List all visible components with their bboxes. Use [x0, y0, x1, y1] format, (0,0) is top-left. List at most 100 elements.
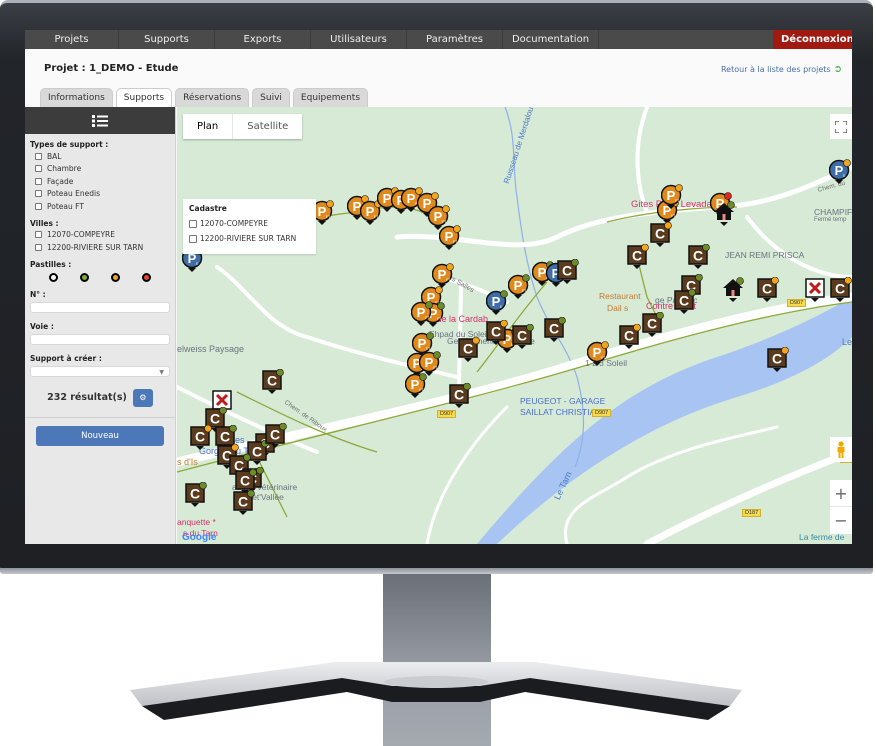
fullscreen-button[interactable]: [830, 114, 852, 139]
checkbox[interactable]: [35, 152, 42, 160]
support-type-chambre[interactable]: Chambre: [30, 163, 170, 176]
marker-c-icon: C: [557, 258, 579, 284]
map-marker-c[interactable]: C: [767, 346, 791, 377]
zoom-in-button[interactable]: +: [830, 480, 852, 507]
map-marker-c[interactable]: C: [757, 276, 781, 307]
pastille-green[interactable]: [80, 272, 89, 282]
nav-documentation[interactable]: Documentation: [503, 30, 599, 49]
map-marker-p-orange[interactable]: P FT: [404, 373, 429, 403]
svg-text:C: C: [190, 486, 200, 502]
map-place-label: JEAN REMI PRISCA: [725, 250, 805, 260]
marker-c-icon: C: [458, 336, 480, 362]
map-type-plan[interactable]: Plan: [183, 114, 234, 139]
pastille-white[interactable]: [49, 272, 58, 282]
svg-text:C: C: [240, 473, 250, 489]
map-marker-c[interactable]: C: [557, 258, 581, 289]
street-view-pegman[interactable]: [830, 437, 852, 462]
checkbox[interactable]: [189, 234, 197, 243]
map-marker-c[interactable]: C: [688, 243, 712, 274]
map-marker-c[interactable]: C: [185, 481, 209, 512]
map-marker-p-orange[interactable]: P FT: [660, 184, 685, 214]
pastille-orange[interactable]: [111, 272, 120, 282]
map-marker-c[interactable]: C: [262, 368, 286, 399]
map-marker-p-blue[interactable]: P E: [485, 290, 510, 320]
map-marker-c[interactable]: C: [190, 424, 214, 455]
nav-supports[interactable]: Supports: [119, 30, 215, 49]
sidebar-divider: [25, 416, 175, 418]
street-input[interactable]: [30, 333, 170, 345]
map-marker-c[interactable]: C: [512, 323, 536, 354]
svg-text:C: C: [624, 328, 634, 344]
checkbox[interactable]: [35, 190, 42, 198]
map-marker-c[interactable]: C: [619, 323, 643, 354]
nav-exports[interactable]: Exports: [215, 30, 311, 49]
city-compeyre[interactable]: 12070-COMPEYRE: [30, 229, 170, 242]
marker-c-icon: C: [767, 346, 789, 372]
map-type-satellite[interactable]: Satellite: [233, 114, 302, 139]
svg-text:C: C: [238, 494, 248, 510]
map-marker-house[interactable]: [714, 201, 738, 231]
map-marker-c[interactable]: C: [642, 311, 666, 342]
map-marker-p-orange[interactable]: P FT: [438, 225, 463, 255]
map-marker-c[interactable]: C: [458, 336, 482, 367]
map-marker-p-blue[interactable]: P E: [828, 159, 852, 189]
pastille-red[interactable]: [142, 272, 151, 282]
results-count: 232 résultat(s): [47, 392, 127, 403]
checkbox[interactable]: [35, 231, 42, 239]
settings-button[interactable]: ⚙: [132, 388, 153, 407]
map-marker-p-orange[interactable]: P FT: [507, 274, 532, 304]
marker-p-orange-icon: P FT: [438, 225, 461, 250]
support-type-bal[interactable]: BAL: [30, 150, 170, 163]
map-marker-c[interactable]: C: [544, 316, 568, 347]
map-marker-c[interactable]: C: [233, 489, 257, 520]
cadastre-compeyre[interactable]: 12070-COMPEYRE: [189, 216, 310, 231]
view-toggle: [25, 107, 852, 544]
marker-c-icon: C: [627, 243, 649, 269]
map-marker-x[interactable]: [805, 277, 829, 307]
checkbox[interactable]: [35, 177, 42, 185]
map-marker-c[interactable]: C: [627, 243, 651, 274]
svg-text:C: C: [632, 248, 642, 264]
map-marker-c[interactable]: C: [650, 221, 674, 252]
new-support-button[interactable]: Nouveau: [36, 425, 164, 446]
map-marker-p-orange[interactable]: P FT: [586, 341, 611, 371]
city-riviere-sur-tarn[interactable]: 12200-RIVIERE SUR TARN: [30, 241, 170, 254]
marker-house-icon: [714, 201, 735, 226]
marker-c-icon: C: [619, 323, 641, 349]
tab-reservations[interactable]: Réservations: [175, 88, 250, 107]
number-input[interactable]: [30, 301, 170, 313]
cadastre-title: Cadastre: [189, 204, 227, 213]
tab-suivi[interactable]: Suivi: [252, 88, 290, 107]
support-to-create-select[interactable]: ▼: [30, 365, 170, 377]
support-type-poteau-ft[interactable]: Poteau FT: [30, 200, 170, 213]
nav-parametres[interactable]: Paramètres: [407, 30, 503, 49]
checkbox-label: BAL: [47, 151, 62, 161]
map-view[interactable]: Ruisseau de MerdalouGites Peira LevadaJE…: [177, 107, 852, 544]
cadastre-riviere-sur-tarn[interactable]: 12200-RIVIERE SUR TARN: [189, 231, 310, 246]
map-marker-c[interactable]: C: [674, 288, 698, 319]
marker-p-blue-icon: P E: [828, 159, 851, 184]
zoom-out-button[interactable]: −: [830, 507, 852, 534]
map-marker-c[interactable]: C: [486, 319, 510, 350]
map-marker-p-orange[interactable]: P FT: [410, 301, 435, 331]
checkbox[interactable]: [189, 219, 197, 228]
checkbox-label: 12070-COMPEYRE: [200, 219, 268, 228]
map-marker-c[interactable]: C: [265, 422, 289, 453]
tab-informations[interactable]: Informations: [40, 88, 113, 107]
list-view-button[interactable]: [25, 107, 175, 134]
checkbox[interactable]: [35, 202, 42, 210]
map-marker-c[interactable]: C: [830, 276, 852, 307]
support-type-facade[interactable]: Façade: [30, 175, 170, 188]
logout-button[interactable]: Déconnexion ✕: [773, 30, 852, 64]
nav-utilisateurs[interactable]: Utilisateurs: [311, 30, 407, 49]
tab-supports[interactable]: Supports: [115, 88, 173, 108]
checkbox[interactable]: [35, 243, 42, 251]
google-logo: Google: [182, 532, 217, 543]
nav-projets[interactable]: Projets: [25, 30, 119, 49]
support-type-poteau-enedis[interactable]: Poteau Enedis: [30, 188, 170, 201]
map-marker-c[interactable]: C: [449, 382, 473, 413]
back-to-projects-link[interactable]: Retour à la liste des projets ➲: [721, 64, 842, 75]
checkbox[interactable]: [35, 165, 42, 173]
tab-equipements[interactable]: Equipements: [292, 88, 369, 107]
map-marker-house[interactable]: [723, 277, 747, 307]
